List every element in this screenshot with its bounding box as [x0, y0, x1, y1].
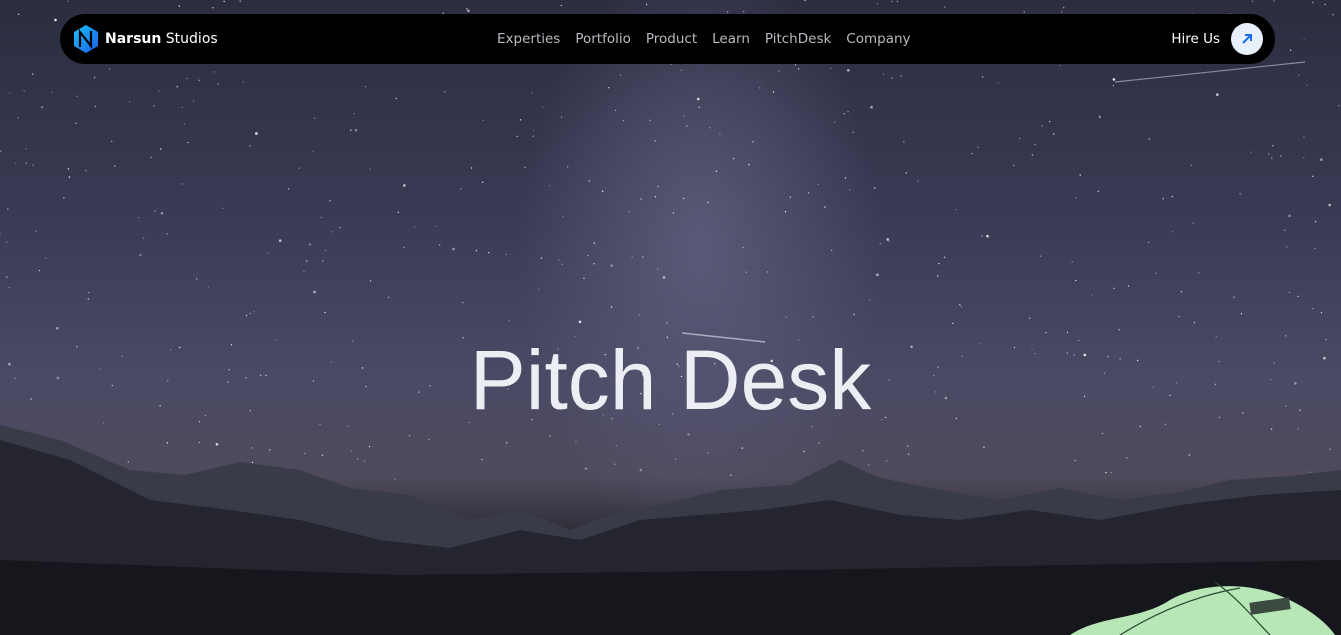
hero-background [0, 0, 1341, 635]
nav-link-company[interactable]: Company [846, 31, 910, 47]
nav-link-learn[interactable]: Learn [712, 31, 750, 47]
narsun-logo-icon [74, 25, 98, 53]
nav-link-experties[interactable]: Experties [497, 31, 560, 47]
nav-link-portfolio[interactable]: Portfolio [575, 31, 631, 47]
logo[interactable]: Narsun Studios [72, 24, 218, 54]
brand-bold: Narsun [105, 31, 162, 47]
navbar: Narsun Studios Experties Portfolio Produ… [60, 14, 1275, 64]
hire-us-button[interactable]: Hire Us [1171, 23, 1263, 55]
nav-link-pitchdesk[interactable]: PitchDesk [765, 31, 831, 47]
arrow-up-right-icon [1242, 34, 1252, 44]
nav-links: Experties Portfolio Product Learn PitchD… [497, 31, 911, 47]
brand-rest: Studios [165, 31, 218, 47]
hire-us-arrow-button[interactable] [1231, 23, 1263, 55]
page-title: Pitch Desk [469, 333, 872, 427]
mountain-silhouette [0, 61, 1341, 635]
nav-link-product[interactable]: Product [646, 31, 697, 47]
brand-name: Narsun Studios [105, 31, 218, 47]
hire-us-label: Hire Us [1171, 31, 1220, 47]
tent-image [1070, 581, 1335, 635]
